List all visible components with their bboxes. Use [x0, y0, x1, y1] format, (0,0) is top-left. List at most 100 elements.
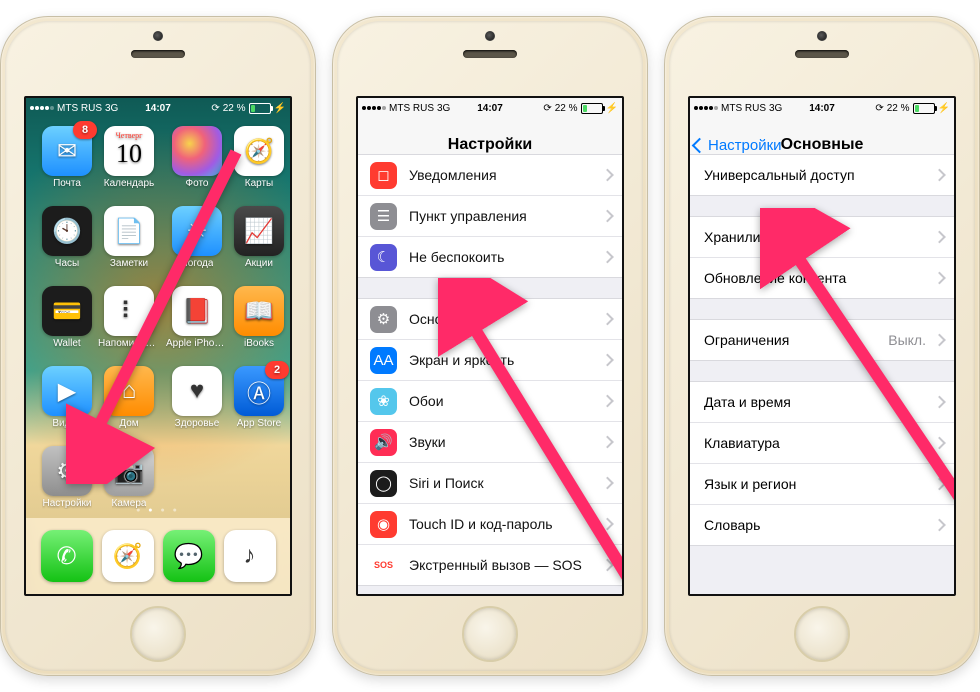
row-touch-id-и-код-пароль[interactable]: ◉Touch ID и код-пароль	[358, 504, 622, 545]
safari-icon[interactable]: 🧭	[102, 530, 154, 582]
row-label: Клавиатура	[704, 435, 780, 451]
row-label: Дата и время	[704, 394, 791, 410]
back-label: Настройки	[708, 137, 782, 154]
row-icon: ☾	[370, 244, 397, 271]
row-клавиатура[interactable]: Клавиатура	[690, 423, 954, 464]
заметки-icon: 📄	[104, 206, 154, 256]
app-погода[interactable]: ☀Погода	[166, 206, 228, 284]
app-label: Календарь	[104, 178, 154, 189]
app-напоминания[interactable]: ⠇Напоминания	[98, 286, 160, 364]
nav-title: Основные	[781, 136, 864, 154]
nav-title: Настройки	[448, 136, 532, 154]
app-label: App Store	[237, 418, 281, 429]
row-label: Siri и Поиск	[409, 475, 484, 491]
app-ibooks[interactable]: 📖iBooks	[234, 286, 284, 364]
wallet-icon: 💳	[42, 286, 92, 336]
здоровье-icon: ♥	[172, 366, 222, 416]
row-язык-и-регион[interactable]: Язык и регион	[690, 464, 954, 505]
app-заметки[interactable]: 📄 Заметки	[98, 206, 160, 284]
row-не-беспокоить[interactable]: ☾Не беспокоить	[358, 237, 622, 277]
app-почта[interactable]: ✉8 Почта	[42, 126, 92, 204]
row-icon: ◻	[370, 162, 397, 189]
speaker	[795, 50, 849, 58]
row-звуки[interactable]: 🔊 Звуки	[358, 422, 622, 463]
back-button[interactable]: Настройки	[694, 137, 782, 154]
фото-icon	[172, 126, 222, 176]
status-bar: MTS RUS 3G 14:07 ⟳ 22 % ⚡	[26, 98, 290, 118]
app-label: Дом	[119, 418, 138, 429]
row-label: Основные	[409, 311, 475, 327]
row-icon: ⚙	[370, 306, 397, 333]
row-обои[interactable]: ❀ Обои	[358, 381, 622, 422]
row-ограничения[interactable]: Ограничения Выкл.	[690, 320, 954, 360]
row-detail: Выкл.	[888, 332, 940, 348]
row-label: Обои	[409, 393, 444, 409]
app-label: Часы	[55, 258, 79, 269]
row-label: Хранилище iPhone	[704, 229, 827, 245]
камера-icon: 📷	[104, 446, 154, 496]
messages-icon[interactable]: 💬	[163, 530, 215, 582]
app-label: Карты	[245, 178, 274, 189]
home-button[interactable]	[130, 606, 186, 662]
app-apple iphon…[interactable]: 📕 Apple iPhon…	[166, 286, 228, 364]
row-обновление-контента[interactable]: Обновление контента	[690, 258, 954, 298]
music-icon[interactable]: ♪	[224, 530, 276, 582]
row-экран-и-яркость[interactable]: AAЭкран и яркость	[358, 340, 622, 381]
row-экстренный-вызов-—-sos[interactable]: SOSЭкстренный вызов — SOS	[358, 545, 622, 585]
app-label: Видео	[52, 418, 81, 429]
app-часы[interactable]: 🕙Часы	[42, 206, 92, 284]
row-label: Обновление контента	[704, 270, 846, 286]
phone-home: MTS RUS 3G 14:07 ⟳ 22 % ⚡ ✉8 Почта Четверг…	[0, 16, 316, 676]
row-label: Экстренный вызов — SOS	[409, 557, 582, 573]
app-label: Почта	[53, 178, 81, 189]
row-label: Звуки	[409, 434, 446, 450]
row-хранилище-iphone[interactable]: Хранилище iPhone	[690, 217, 954, 258]
акции-icon: 📈	[234, 206, 284, 256]
почта-icon: ✉8	[42, 126, 92, 176]
row-основные[interactable]: ⚙ Основные	[358, 299, 622, 340]
row-siri-и-поиск[interactable]: ◯Siri и Поиск	[358, 463, 622, 504]
app-акции[interactable]: 📈Акции	[234, 206, 284, 284]
calendar-icon: Четверг10	[104, 126, 154, 176]
battery-icon	[249, 103, 271, 114]
app-grid: ✉8ПочтаЧетверг10КалендарьФото🧭Карты🕙Часы…	[42, 126, 274, 500]
speaker	[131, 50, 185, 58]
home-button[interactable]	[462, 606, 518, 662]
row-уведомления[interactable]: ◻Уведомления	[358, 155, 622, 196]
row-icon: ❀	[370, 388, 397, 415]
apple iphon…-icon: 📕	[172, 286, 222, 336]
app-карты[interactable]: 🧭 Карты	[234, 126, 284, 204]
напоминания-icon: ⠇	[104, 286, 154, 336]
settings-screen: MTS RUS 3G 14:07 ⟳ 22 % ⚡ Настройки ◻Уве…	[356, 96, 624, 596]
row-пункт-управления[interactable]: ☰Пункт управления	[358, 196, 622, 237]
карты-icon: 🧭	[234, 126, 284, 176]
app-label: Apple iPhon…	[166, 338, 228, 349]
badge: 8	[73, 121, 97, 139]
дом-icon: ⌂	[104, 366, 154, 416]
row-универсальный-доступ[interactable]: Универсальный доступ	[690, 155, 954, 195]
row-label: Пункт управления	[409, 208, 527, 224]
front-camera	[485, 31, 495, 41]
phone-icon[interactable]: ✆	[41, 530, 93, 582]
home-button[interactable]	[794, 606, 850, 662]
row-icon: 🔊	[370, 429, 397, 456]
app-дом[interactable]: ⌂ Дом	[98, 366, 160, 444]
app-видео[interactable]: ▶Видео	[42, 366, 92, 444]
row-label: Touch ID и код-пароль	[409, 516, 553, 532]
battery-icon	[581, 103, 603, 114]
погода-icon: ☀	[172, 206, 222, 256]
row-словарь[interactable]: Словарь	[690, 505, 954, 545]
row-label: Ограничения	[704, 332, 789, 348]
настройки-icon: ⚙	[42, 446, 92, 496]
general-list[interactable]: Универсальный доступ Хранилище iPhone Обно…	[690, 154, 954, 594]
app-фото[interactable]: Фото	[166, 126, 228, 204]
app-календарь[interactable]: Четверг10 Календарь	[98, 126, 160, 204]
battery-icon	[913, 103, 935, 114]
app-label: Заметки	[110, 258, 148, 269]
app-app store[interactable]: Ⓐ2App Store	[234, 366, 284, 444]
row-label: Язык и регион	[704, 476, 796, 492]
row-дата-и-время[interactable]: Дата и время	[690, 382, 954, 423]
settings-list[interactable]: ◻Уведомления☰Пункт управления☾Не беспоко…	[358, 154, 622, 594]
app-wallet[interactable]: 💳Wallet	[42, 286, 92, 364]
app-здоровье[interactable]: ♥Здоровье	[166, 366, 228, 444]
